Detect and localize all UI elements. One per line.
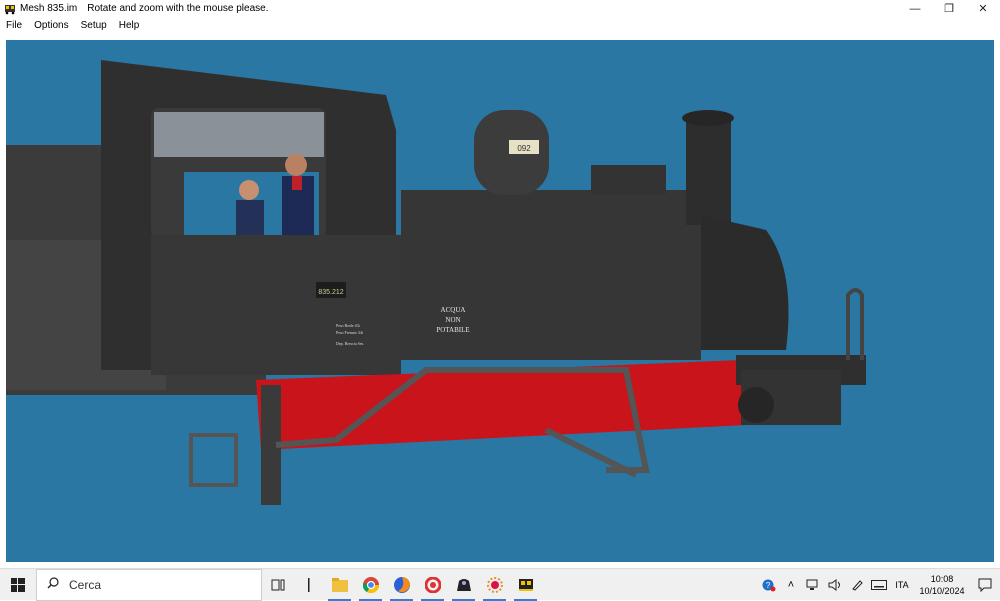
clock-time: 10:08 — [930, 574, 954, 584]
tank-lettering-3: POTABILE — [436, 326, 469, 334]
volume-icon[interactable] — [824, 569, 846, 601]
cab-lettering-2: Peso Frenato 34t — [336, 330, 364, 335]
menu-file[interactable]: File — [0, 20, 28, 31]
close-button[interactable]: ✕ — [966, 0, 1000, 17]
menu-help[interactable]: Help — [113, 20, 146, 31]
window-message: Rotate and zoom with the mouse please. — [87, 3, 269, 14]
sun-app-icon[interactable] — [479, 569, 510, 601]
firefox-icon[interactable] — [386, 569, 417, 601]
search-placeholder: Cerca — [69, 577, 102, 592]
chevron-up-icon[interactable]: ˄ — [780, 569, 802, 601]
keyboard-icon[interactable] — [868, 569, 890, 601]
divider-icon — [293, 569, 324, 601]
search-icon — [47, 577, 59, 592]
search-input[interactable]: Cerca — [36, 568, 262, 601]
minimize-button[interactable]: — — [898, 0, 932, 17]
ccleaner-icon[interactable] — [417, 569, 448, 601]
train-yellow-app-icon[interactable] — [510, 569, 541, 601]
menu-setup[interactable]: Setup — [75, 20, 113, 31]
help-icon[interactable]: ? — [758, 569, 780, 601]
menu-options[interactable]: Options — [28, 20, 74, 31]
title-bar: Mesh 835.im Rotate and zoom with the mou… — [0, 0, 1000, 17]
pen-icon[interactable] — [846, 569, 868, 601]
dome-plate-text: 092 — [517, 144, 531, 153]
system-tray: ? ˄ ITA 10:08 10/10/2024 — [758, 569, 1000, 601]
window-title: Mesh 835.im — [20, 3, 78, 14]
cab-lettering-3: Dep. Brescia Ses. — [336, 341, 364, 346]
train-app-icon — [4, 3, 16, 15]
language-indicator[interactable]: ITA — [890, 580, 914, 590]
clock-date: 10/10/2024 — [919, 586, 965, 596]
taskbar: Cerca ? ˄ ITA 10:08 10/10/2024 — [0, 568, 1000, 601]
tank-lettering-1: ACQUA — [441, 306, 466, 314]
notification-icon[interactable] — [970, 569, 1000, 601]
locomotive-model: 835.212 Peso Reale 43t Peso Frenato 34t … — [6, 60, 866, 505]
3d-viewport[interactable]: 835.212 Peso Reale 43t Peso Frenato 34t … — [6, 40, 994, 562]
train-dark-app-icon[interactable] — [448, 569, 479, 601]
number-plate-text: 835.212 — [318, 289, 343, 296]
cab-lettering-1: Peso Reale 43t — [336, 323, 361, 328]
clock[interactable]: 10:08 10/10/2024 — [914, 573, 970, 597]
task-view-icon[interactable] — [262, 569, 293, 601]
svg-text:?: ? — [766, 581, 771, 590]
menu-bar: File Options Setup Help — [0, 17, 1000, 34]
windows-start-icon[interactable] — [0, 569, 36, 601]
network-icon[interactable] — [802, 569, 824, 601]
tank-lettering-2: NON — [445, 316, 460, 324]
restore-button[interactable]: ❐ — [932, 0, 966, 17]
file-explorer-icon[interactable] — [324, 569, 355, 601]
chrome-icon[interactable] — [355, 569, 386, 601]
